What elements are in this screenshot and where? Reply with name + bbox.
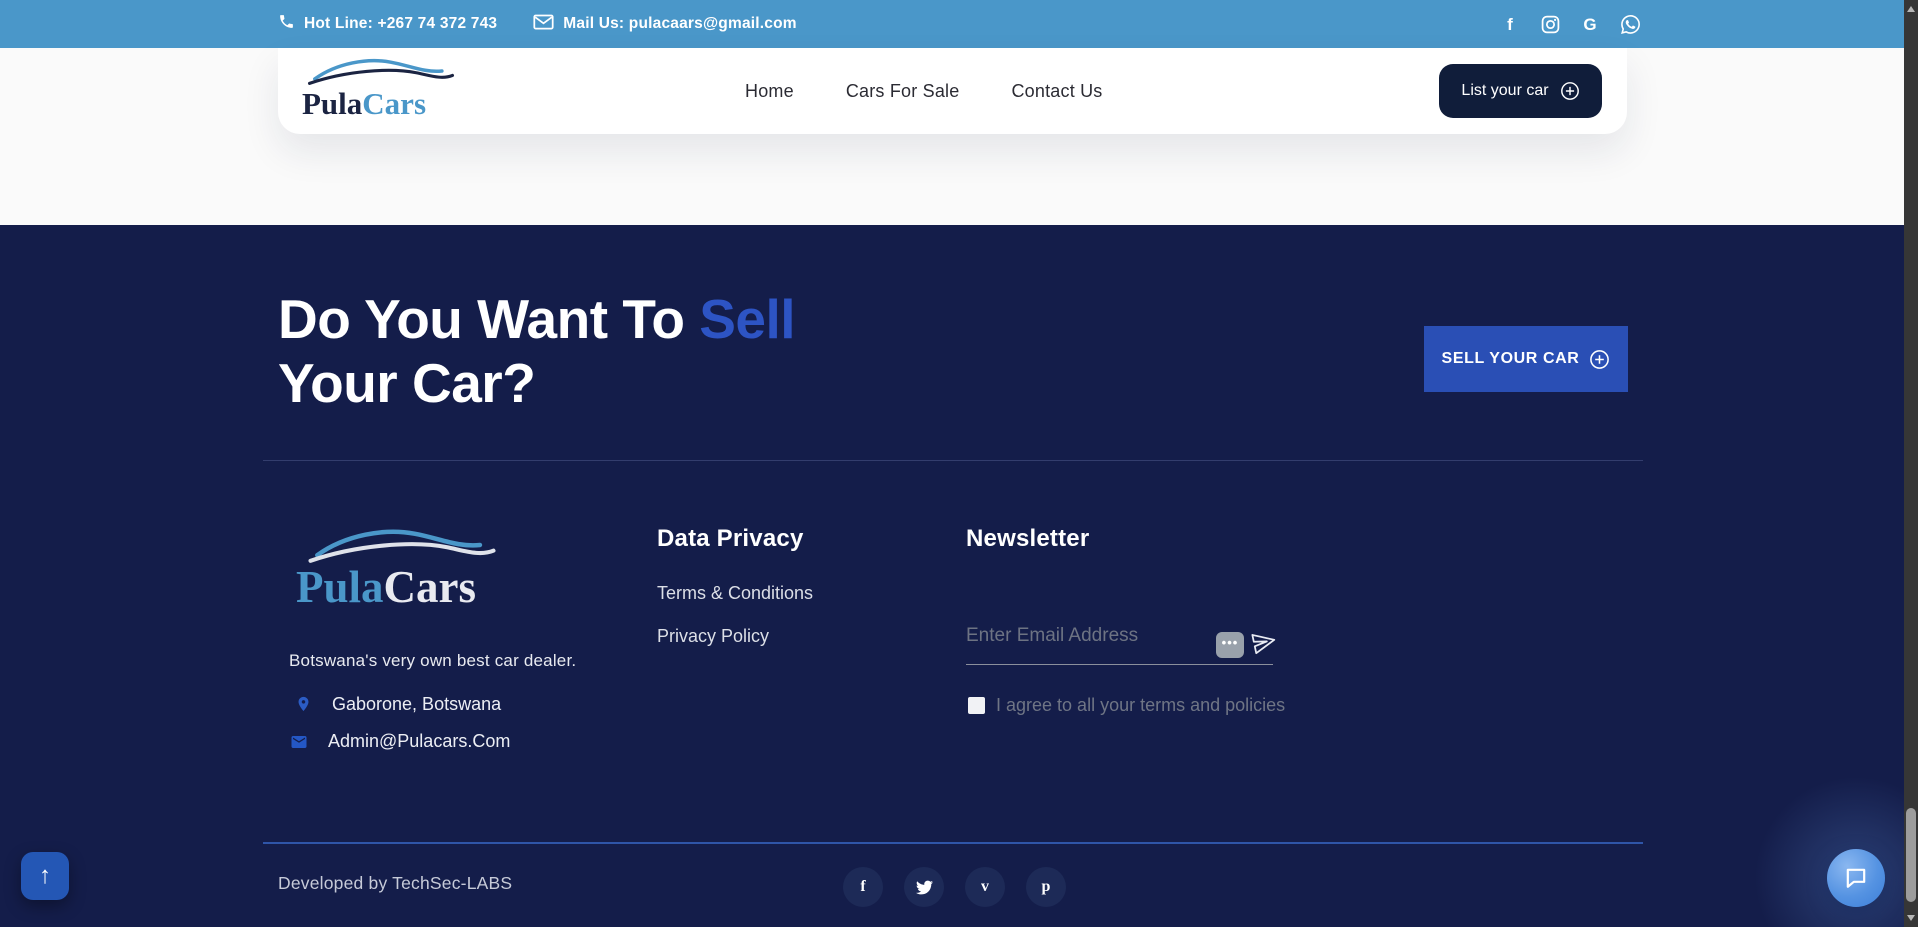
sell-your-car-button[interactable]: SELL YOUR CAR (1424, 326, 1628, 392)
footer-tagline: Botswana's very own best car dealer. (289, 651, 576, 671)
sell-your-car-label: SELL YOUR CAR (1442, 350, 1580, 368)
location-pin-icon (290, 693, 316, 715)
newsletter-send-button[interactable] (1248, 626, 1280, 658)
sell-heading: Do You Want To Sell Your Car? (278, 287, 928, 416)
up-arrow-icon: ↑ (39, 862, 51, 890)
logo-part2: Cars (384, 562, 476, 612)
mail-text: Mail Us: pulacaars@gmail.com (563, 15, 796, 33)
pinterest-glyph: p (1042, 879, 1051, 895)
topbar-social: f G (1500, 0, 1640, 48)
terms-conditions-link[interactable]: Terms & Conditions (657, 583, 813, 604)
data-privacy-heading: Data Privacy (657, 525, 804, 553)
agree-label[interactable]: I agree to all your terms and policies (996, 695, 1285, 716)
sell-cta-and-footer-section: Do You Want To Sell Your Car? SELL YOUR … (0, 225, 1918, 927)
newsletter-heading: Newsletter (966, 525, 1089, 553)
scrollbar[interactable] (1904, 0, 1918, 927)
envelope-icon (286, 733, 312, 751)
privacy-policy-link[interactable]: Privacy Policy (657, 626, 769, 647)
scrollbar-thumb[interactable] (1906, 808, 1916, 902)
footer-logo[interactable]: PulaCars (296, 525, 506, 610)
heading-highlight: Sell (699, 288, 795, 350)
list-your-car-button[interactable]: List your car (1439, 64, 1602, 118)
agree-checkbox[interactable] (968, 697, 985, 714)
scrollbar-down-arrow[interactable] (1907, 915, 1915, 921)
chat-widget-button[interactable] (1827, 849, 1885, 907)
bottom-divider (263, 842, 1643, 844)
navbar: PulaCars Home Cars For Sale Contact Us L… (278, 48, 1627, 134)
vimeo-icon[interactable]: v (965, 867, 1005, 907)
topbar: Hot Line: +267 74 372 743 Mail Us: pulac… (0, 0, 1918, 48)
vimeo-glyph: v (981, 879, 989, 895)
topbar-inner: Hot Line: +267 74 372 743 Mail Us: pulac… (278, 0, 1640, 48)
plus-circle-icon (1589, 349, 1610, 370)
developed-by-text: Developed by TechSec-LABS (278, 873, 512, 894)
chat-bubble-icon (1844, 866, 1868, 890)
twitter-icon[interactable] (904, 867, 944, 907)
footer-logo-text: PulaCars (296, 565, 506, 610)
hotline: Hot Line: +267 74 372 743 (278, 13, 497, 35)
car-swoosh-icon (306, 525, 498, 565)
scroll-to-top-button[interactable]: ↑ (21, 852, 69, 900)
pinterest-icon[interactable]: p (1026, 867, 1066, 907)
scrollbar-up-arrow[interactable] (1907, 6, 1915, 12)
footer-social: f v p (843, 867, 1066, 907)
list-your-car-label: List your car (1461, 82, 1548, 100)
nav-links: Home Cars For Sale Contact Us (745, 48, 1103, 134)
facebook-glyph: f (860, 879, 865, 895)
location-row: Gaborone, Botswana (290, 693, 501, 715)
google-glyph: G (1583, 16, 1596, 33)
google-icon[interactable]: G (1580, 14, 1600, 34)
paper-plane-icon (1247, 625, 1280, 658)
autofill-icon[interactable]: ••• (1216, 632, 1244, 658)
instagram-icon[interactable] (1540, 14, 1560, 34)
nav-link-home[interactable]: Home (745, 81, 794, 102)
nav-link-cars-for-sale[interactable]: Cars For Sale (846, 81, 960, 102)
section-divider (263, 460, 1643, 461)
page: Hot Line: +267 74 372 743 Mail Us: pulac… (0, 0, 1918, 927)
location-text: Gaborone, Botswana (332, 694, 501, 715)
header-logo[interactable]: PulaCars (302, 56, 462, 119)
facebook-glyph: f (1507, 16, 1513, 33)
heading-post: Your Car? (278, 352, 535, 414)
facebook-icon[interactable]: f (843, 867, 883, 907)
whatsapp-icon[interactable] (1620, 14, 1640, 34)
logo-part1: Pula (296, 562, 384, 612)
mail-us: Mail Us: pulacaars@gmail.com (533, 14, 796, 35)
nav-link-contact-us[interactable]: Contact Us (1011, 81, 1102, 102)
car-swoosh-icon (306, 56, 456, 86)
twitter-bird (916, 879, 933, 896)
facebook-icon[interactable]: f (1500, 14, 1520, 34)
mail-icon (533, 14, 554, 35)
plus-circle-icon (1560, 81, 1580, 101)
email-text[interactable]: Admin@Pulacars.Com (328, 731, 510, 752)
logo-part2: Cars (362, 86, 426, 121)
hotline-text: Hot Line: +267 74 372 743 (304, 15, 497, 33)
heading-pre: Do You Want To (278, 288, 699, 350)
phone-icon (278, 13, 295, 35)
logo-text: PulaCars (302, 88, 462, 119)
email-row: Admin@Pulacars.Com (286, 731, 510, 752)
logo-part1: Pula (302, 86, 362, 121)
